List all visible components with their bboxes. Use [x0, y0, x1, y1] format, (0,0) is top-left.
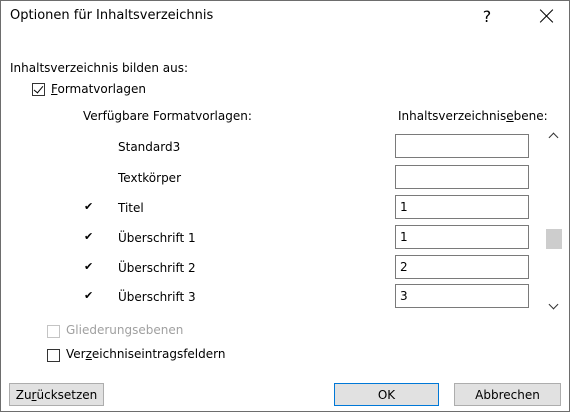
close-button[interactable]: [525, 1, 569, 31]
gliederungsebenen-label: Gliederungsebenen: [66, 323, 184, 337]
level-input-ueberschrift-2[interactable]: [395, 255, 529, 279]
style-name: Überschrift 2: [118, 261, 196, 275]
formatvorlagen-label[interactable]: Formatvorlagen: [51, 82, 146, 96]
styles-list: Standard3 Textkörper ✔ Titel ✔ Überschri…: [70, 127, 542, 315]
list-item: ✔ Titel: [70, 194, 542, 224]
cancel-button[interactable]: Abbrechen: [454, 383, 561, 406]
style-name: Textkörper: [118, 171, 181, 185]
toc-level-header: Inhaltsverzeichnisebene:: [398, 109, 548, 123]
list-item: Standard3: [70, 133, 542, 163]
level-input-ueberschrift-3[interactable]: [395, 284, 529, 308]
level-input-textkoerper[interactable]: [395, 165, 529, 189]
styles-scrollbar[interactable]: [545, 127, 562, 315]
verzeichniseintragsfeldern-checkbox[interactable]: [47, 349, 60, 362]
checkmark-icon: ✔: [84, 260, 94, 273]
verzeichniseintragsfeldern-label[interactable]: Verzeichniseintragsfeldern: [66, 347, 225, 361]
formatvorlagen-checkbox[interactable]: [32, 83, 45, 96]
close-icon: [540, 9, 554, 23]
checkmark-icon: ✔: [84, 289, 94, 302]
list-item: ✔ Überschrift 2: [70, 254, 542, 284]
style-name: Titel: [118, 201, 144, 215]
checkmark-icon: ✔: [84, 200, 94, 213]
scroll-up-button[interactable]: [545, 127, 562, 144]
checkmark-icon: ✔: [84, 230, 94, 243]
style-name: Standard3: [118, 140, 181, 154]
list-item: ✔ Überschrift 1: [70, 224, 542, 254]
level-input-ueberschrift-1[interactable]: [395, 225, 529, 249]
list-item: Textkörper: [70, 164, 542, 194]
style-name: Überschrift 3: [118, 290, 196, 304]
help-icon: ?: [482, 6, 492, 26]
dialog-title: Optionen für Inhaltsverzeichnis: [10, 8, 214, 23]
chevron-up-icon: [548, 132, 559, 143]
toc-options-dialog: Optionen für Inhaltsverzeichnis ? Inhalt…: [0, 0, 570, 412]
list-item: ✔ Überschrift 3: [70, 283, 542, 313]
available-styles-header: Verfügbare Formatvorlagen:: [83, 109, 252, 123]
level-input-standard3[interactable]: [395, 134, 529, 158]
build-from-label: Inhaltsverzeichnis bilden aus:: [10, 61, 188, 75]
reset-button[interactable]: Zu r ücksetzen: [9, 383, 104, 406]
ok-button[interactable]: OK: [334, 383, 439, 406]
style-name: Überschrift 1: [118, 231, 196, 245]
help-button[interactable]: ?: [465, 1, 509, 31]
level-input-titel[interactable]: [395, 195, 529, 219]
gliederungsebenen-checkbox[interactable]: [47, 325, 60, 338]
scroll-down-button[interactable]: [545, 298, 562, 315]
title-bar: Optionen für Inhaltsverzeichnis ?: [1, 1, 569, 31]
scroll-thumb[interactable]: [546, 229, 562, 249]
chevron-down-icon: [548, 299, 559, 310]
